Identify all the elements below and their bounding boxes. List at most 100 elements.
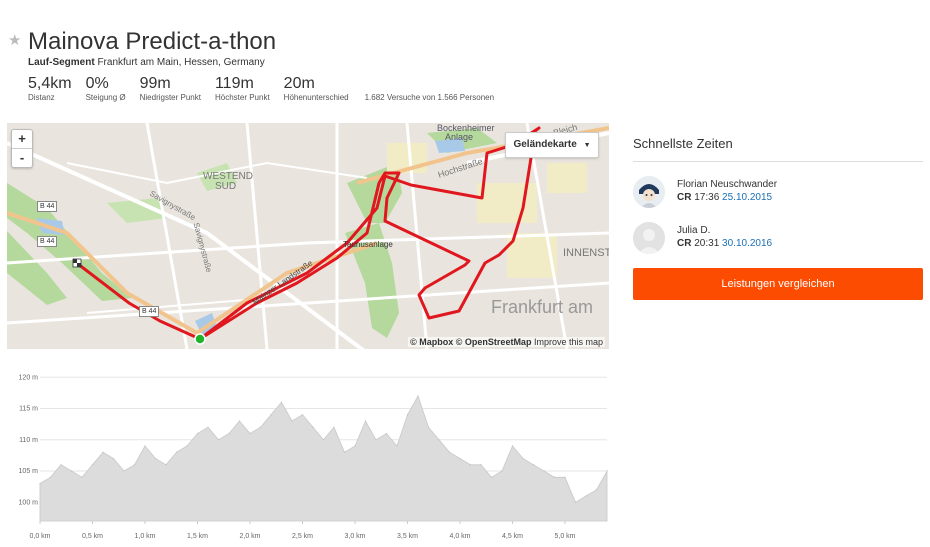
- stat-value: 99m: [139, 75, 171, 92]
- elevation-chart: 100 m 105 m 110 m 115 m 120 m 0,0 km 0,5 km 1,0…: [19, 374, 608, 540]
- record-date-link[interactable]: 30.10.2016: [722, 238, 772, 249]
- segment-title: Mainova Predict-a-thon: [28, 28, 277, 55]
- x-tick-label: 2,0 km: [239, 533, 260, 540]
- improve-map-link[interactable]: Improve this map: [534, 337, 603, 347]
- elevation-point: [532, 464, 535, 466]
- elevation-point: [280, 401, 283, 403]
- zoom-out-button[interactable]: -: [12, 149, 32, 167]
- elevation-point: [543, 470, 545, 472]
- segment-stats: 5,4km Distanz 0% Steigung Ø 99m Niedrigs…: [28, 75, 494, 103]
- elevation-point: [501, 470, 503, 472]
- stat-label: Niedrigster Punkt: [139, 93, 201, 102]
- entry-record: CR 17:36 25.10.2015: [677, 191, 777, 204]
- avatar[interactable]: [633, 222, 665, 254]
- record-time: 17:36: [694, 192, 720, 203]
- map-label-innenstadt: INNENST: [563, 247, 609, 259]
- elevation-point: [259, 426, 262, 428]
- segment-location: Frankfurt am Main, Hessen, Germany: [97, 57, 265, 68]
- elevation-point: [469, 464, 472, 466]
- elevation-point: [81, 476, 83, 478]
- road-shield-b44: B 44: [139, 306, 160, 317]
- osm-attribution-link[interactable]: © OpenStreetMap: [456, 337, 532, 347]
- map-type-dropdown[interactable]: Geländekarte ▼: [505, 132, 599, 158]
- elevation-point: [354, 445, 356, 447]
- elevation-point: [228, 432, 230, 435]
- elevation-point: [154, 457, 157, 460]
- x-tick-label: 3,5 km: [397, 533, 418, 540]
- elevation-point: [249, 432, 251, 435]
- mapbox-attribution-link[interactable]: © Mapbox: [410, 337, 453, 347]
- elevation-point: [217, 439, 220, 441]
- finish-flag-icon: [72, 258, 82, 268]
- elevation-point: [196, 432, 199, 435]
- elevation-point: [595, 489, 598, 491]
- x-tick-label: 1,0 km: [134, 533, 155, 540]
- y-tick-label: 115 m: [19, 406, 38, 413]
- elevation-point: [270, 414, 272, 416]
- course-record-badge: CR: [677, 192, 692, 203]
- stat-elevation-difference: 20m Höhenunterschied: [284, 75, 349, 103]
- segment-type: Lauf-Segment: [28, 57, 95, 68]
- zoom-in-button[interactable]: +: [12, 130, 32, 149]
- elevation-point: [186, 445, 188, 447]
- map-attribution: © Mapbox © OpenStreetMap Improve this ma…: [408, 337, 605, 347]
- elevation-point: [123, 470, 125, 472]
- road-shield-b44: B 44: [37, 236, 58, 247]
- elevation-point: [574, 501, 577, 503]
- favorite-star-icon[interactable]: ★: [8, 31, 21, 49]
- entry-record: CR 20:31 30.10.2016: [677, 237, 772, 250]
- athlete-name[interactable]: Florian Neuschwander: [677, 178, 777, 191]
- road-shield-b44: B 44: [37, 201, 58, 212]
- x-tick-label: 0,5 km: [82, 533, 103, 540]
- x-tick-label: 4,0 km: [449, 533, 470, 540]
- fastest-times-panel: Schnellste Zeiten Florian Neuschwander C…: [633, 136, 923, 300]
- elevation-point: [144, 445, 146, 447]
- elevation-point: [175, 451, 178, 453]
- x-tick-label: 2,5 km: [292, 533, 313, 540]
- elevation-point: [312, 426, 314, 428]
- stat-grade: 0% Steigung Ø: [86, 75, 126, 103]
- avatar[interactable]: [633, 176, 665, 208]
- stat-highest-point: 119m Höchster Punkt: [215, 75, 270, 103]
- leaderboard-entry: Florian Neuschwander CR 17:36 25.10.2015: [633, 176, 923, 208]
- zoom-control: + -: [11, 129, 33, 168]
- map-type-label: Geländekarte: [513, 139, 577, 150]
- y-tick-label: 105 m: [19, 468, 39, 475]
- elevation-point: [375, 439, 377, 441]
- elevation-point: [385, 432, 388, 435]
- elevation-point: [396, 445, 398, 447]
- elevation-point: [301, 414, 304, 416]
- attempts-count: 1.682 Versuche von 1.566 Personen: [364, 93, 495, 102]
- y-tick-label: 110 m: [19, 437, 38, 444]
- elevation-point: [291, 420, 293, 422]
- elevation-point: [438, 439, 440, 441]
- record-time: 20:31: [694, 238, 720, 249]
- elevation-point: [343, 451, 346, 453]
- map-label-taunusanlage: Taunusanlage: [343, 240, 393, 249]
- stat-distance: 5,4km Distanz: [28, 75, 72, 103]
- start-marker: [194, 333, 206, 345]
- stat-label: Höchster Punkt: [214, 93, 270, 102]
- segment-map[interactable]: WESTEND SUD Bockenheimer Anlage Hochstra…: [7, 123, 609, 349]
- record-date-link[interactable]: 25.10.2015: [722, 192, 772, 203]
- elevation-point: [585, 495, 587, 497]
- elevation-point: [102, 451, 104, 453]
- entry-details: Julia D. CR 20:31 30.10.2016: [677, 222, 772, 250]
- x-tick-label: 1,5 km: [187, 533, 208, 540]
- entry-details: Florian Neuschwander CR 17:36 25.10.2015: [677, 176, 777, 204]
- elevation-point: [91, 464, 94, 466]
- compare-efforts-button[interactable]: Leistungen vergleichen: [633, 268, 923, 300]
- stat-value: 119m: [214, 75, 254, 92]
- stat-label: Steigung Ø: [85, 93, 126, 102]
- elevation-point: [448, 451, 451, 453]
- stat-label: Höhenunterschied: [283, 93, 349, 102]
- stat-value: 5,4km: [28, 75, 72, 92]
- stat-value: 0%: [85, 75, 109, 92]
- stat-lowest-point: 99m Niedrigster Punkt: [140, 75, 201, 103]
- elevation-area: [39, 395, 608, 522]
- elevation-point: [112, 457, 115, 460]
- map-label-sud: SUD: [215, 181, 237, 192]
- elevation-point: [333, 426, 335, 428]
- athlete-name[interactable]: Julia D.: [677, 224, 772, 237]
- y-tick-label: 120 m: [19, 374, 39, 381]
